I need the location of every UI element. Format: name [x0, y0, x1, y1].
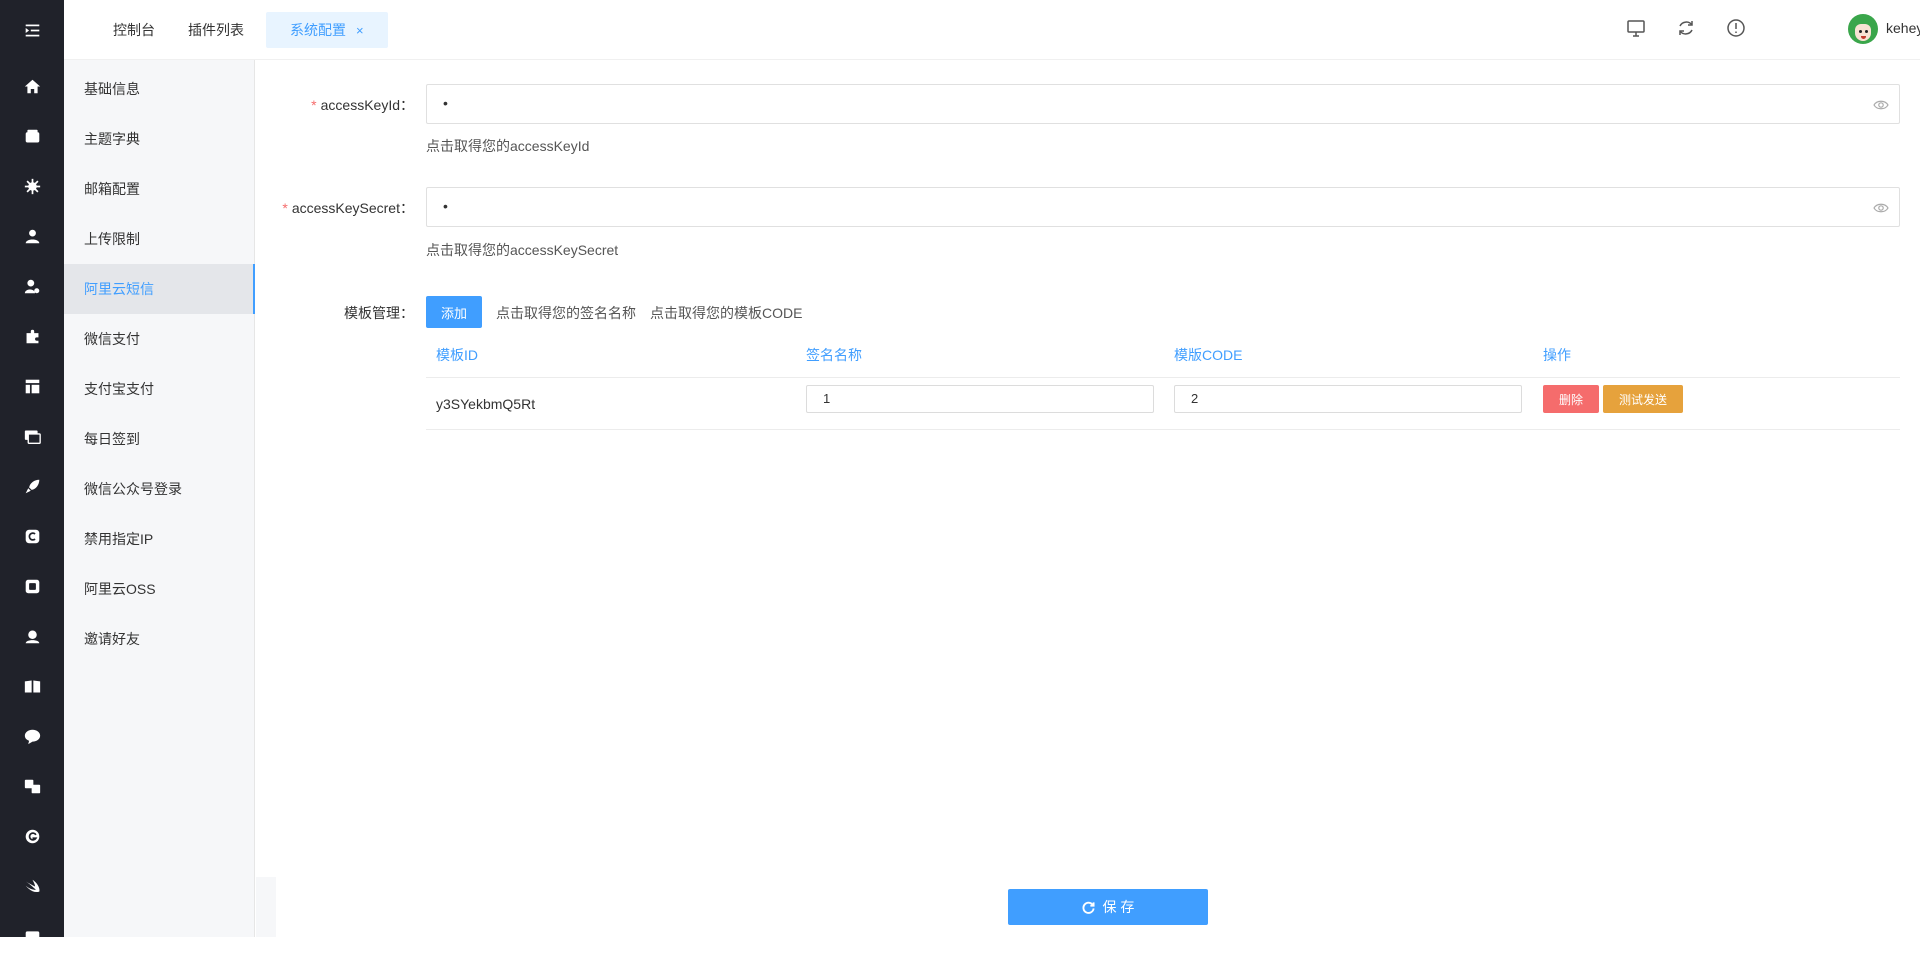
template-id-cell: y3SYekbmQ5Rt: [436, 396, 536, 412]
menu-item-block-ip[interactable]: 禁用指定IP: [64, 514, 255, 564]
column-header-sign-name: 签名名称: [806, 347, 862, 363]
test-send-button[interactable]: 测试发送: [1603, 385, 1683, 413]
g-logo-icon[interactable]: [0, 818, 64, 854]
user-settings-icon[interactable]: [0, 268, 64, 304]
template-code-input[interactable]: 2: [1174, 385, 1522, 413]
access-key-secret-label: * accessKeySecret：: [282, 200, 414, 216]
home-icon[interactable]: [0, 68, 64, 104]
book-icon[interactable]: [0, 668, 64, 704]
rocket-icon[interactable]: [0, 468, 64, 504]
wallet-icon[interactable]: [0, 118, 64, 154]
tab-dashboard[interactable]: 控制台: [113, 12, 155, 48]
gear-icon[interactable]: [0, 168, 64, 204]
column-header-template-id: 模板ID: [436, 347, 478, 363]
tab-system-config[interactable]: 系统配置 ×: [266, 12, 388, 48]
access-key-id-value: •: [443, 95, 448, 111]
access-key-secret-input[interactable]: •: [426, 187, 1900, 227]
table-divider: [426, 429, 1900, 430]
avatar[interactable]: [1848, 14, 1878, 44]
menu-item-email-config[interactable]: 邮箱配置: [64, 164, 255, 214]
icon-rail: [0, 0, 64, 942]
menu-fold-icon[interactable]: [0, 12, 64, 48]
image-icon[interactable]: [0, 418, 64, 454]
menu-item-alipay[interactable]: 支付宝支付: [64, 364, 255, 414]
c-logo-icon[interactable]: [0, 518, 64, 554]
menu-item-wechat-mp-login[interactable]: 微信公众号登录: [64, 464, 255, 514]
info-icon[interactable]: [1726, 18, 1748, 40]
menu-item-wechat-pay[interactable]: 微信支付: [64, 314, 255, 364]
access-key-secret-hint[interactable]: 点击取得您的accessKeySecret: [426, 240, 618, 260]
more-icon[interactable]: [0, 918, 64, 954]
access-key-secret-value: •: [443, 198, 448, 214]
required-mark: *: [311, 97, 317, 113]
layout-icon[interactable]: [0, 368, 64, 404]
swift-icon[interactable]: [0, 868, 64, 904]
footer-strip: [256, 877, 276, 937]
save-button-label: 保 存: [1102, 899, 1135, 915]
chat-icon[interactable]: [0, 718, 64, 754]
menu-item-aliyun-sms[interactable]: 阿里云短信: [64, 264, 255, 314]
menu-item-aliyun-oss[interactable]: 阿里云OSS: [64, 564, 255, 614]
customer-service-icon[interactable]: [0, 618, 64, 654]
square-logo-icon[interactable]: [0, 568, 64, 604]
menu-item-invite-friends[interactable]: 邀请好友: [64, 614, 255, 664]
menu-item-daily-checkin[interactable]: 每日签到: [64, 414, 255, 464]
user-icon[interactable]: [0, 218, 64, 254]
eye-icon[interactable]: [1873, 201, 1889, 215]
access-key-id-input[interactable]: •: [426, 84, 1900, 124]
access-key-id-hint[interactable]: 点击取得您的accessKeyId: [426, 136, 589, 156]
sign-name-input[interactable]: 1: [806, 385, 1154, 413]
refresh-icon: [1082, 901, 1095, 914]
column-header-template-code: 模版CODE: [1174, 347, 1243, 363]
settings-menu: 基础信息 主题字典 邮箱配置 上传限制 阿里云短信 微信支付 支付宝支付 每日签…: [64, 60, 255, 937]
delete-button[interactable]: 删除: [1543, 385, 1599, 413]
monitor-icon[interactable]: [1626, 18, 1648, 40]
eye-icon[interactable]: [1873, 98, 1889, 112]
required-mark: *: [282, 200, 288, 216]
template-code-hint[interactable]: 点击取得您的模板CODE: [650, 303, 802, 323]
add-template-button[interactable]: 添加: [426, 296, 482, 328]
refresh-icon[interactable]: [1676, 18, 1698, 40]
save-button[interactable]: 保 存: [1008, 889, 1208, 925]
menu-item-upload-limit[interactable]: 上传限制: [64, 214, 255, 264]
close-icon[interactable]: ×: [356, 23, 364, 38]
username[interactable]: keheying: [1886, 20, 1920, 36]
main-content: * accessKeyId： • 点击取得您的accessKeyId * acces…: [256, 60, 1920, 937]
tab-plugin-list[interactable]: 插件列表: [188, 12, 244, 48]
top-header: 控制台 插件列表 系统配置 × keheying: [64, 0, 1920, 60]
translate-icon[interactable]: [0, 768, 64, 804]
menu-item-theme-dict[interactable]: 主题字典: [64, 114, 255, 164]
access-key-id-label: * accessKeyId：: [311, 97, 414, 113]
menu-item-basic-info[interactable]: 基础信息: [64, 64, 255, 114]
tab-system-config-label: 系统配置: [290, 22, 346, 38]
sign-name-hint[interactable]: 点击取得您的签名名称: [496, 303, 636, 323]
column-header-actions: 操作: [1543, 347, 1571, 363]
puzzle-icon[interactable]: [0, 318, 64, 354]
template-management-label: 模板管理：: [344, 305, 414, 321]
table-divider: [426, 377, 1900, 378]
